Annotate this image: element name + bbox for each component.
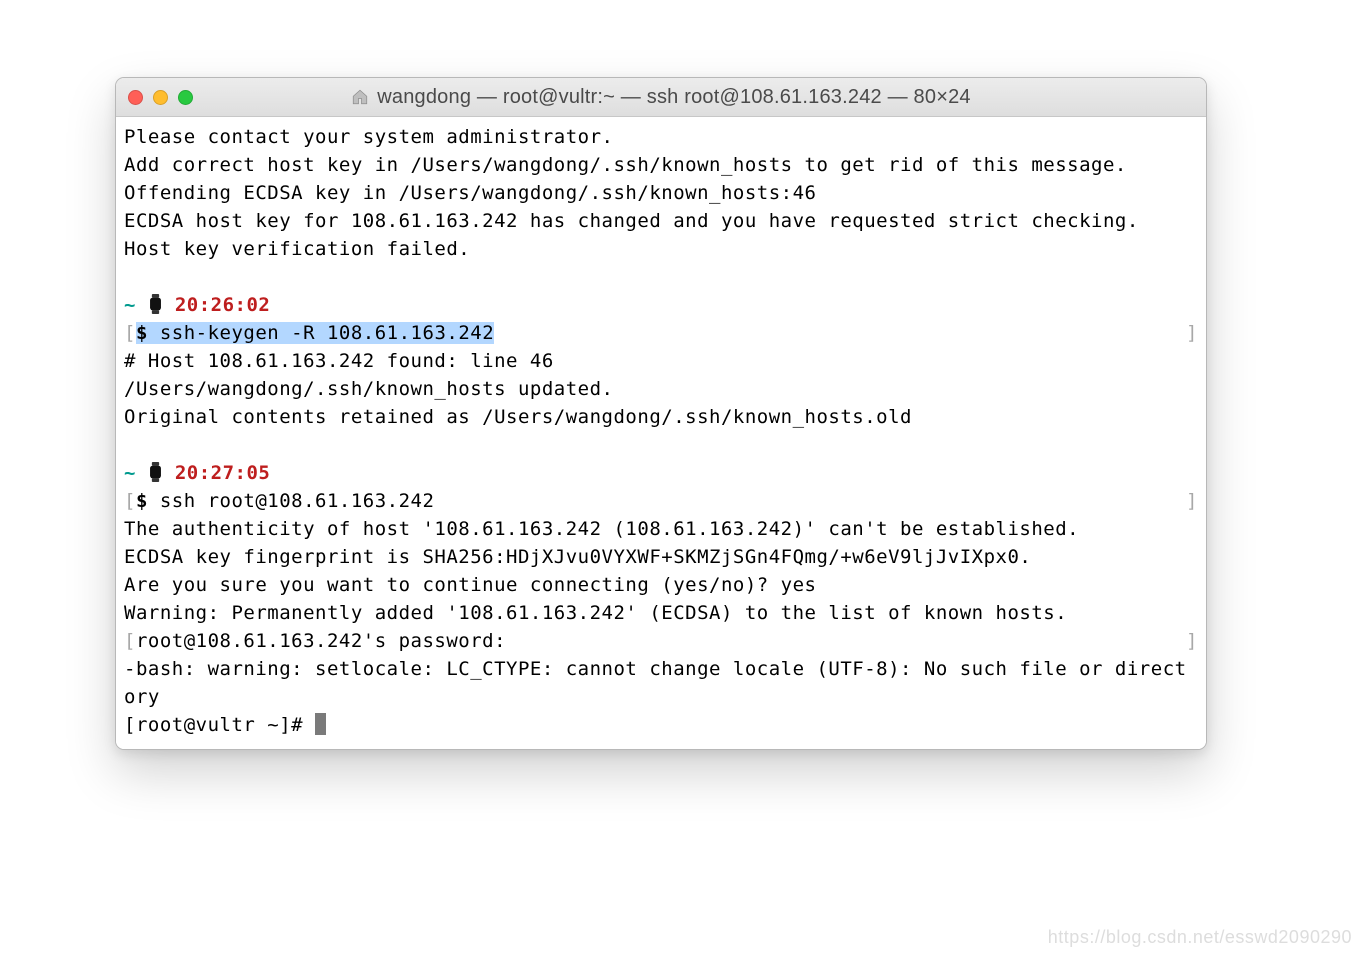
command-line: [$ ssh root@108.61.163.242] (124, 490, 434, 512)
output-line: Warning: Permanently added '108.61.163.2… (124, 602, 1067, 624)
window-title: wangdong — root@vultr:~ — ssh root@108.6… (377, 86, 970, 109)
command-line: [$ ssh-keygen -R 108.61.163.242] (124, 322, 494, 344)
cwd-tilde: ~ (124, 462, 136, 484)
output-line: Offending ECDSA key in /Users/wangdong/.… (124, 182, 816, 204)
title-wrap: wangdong — root@vultr:~ — ssh root@108.6… (116, 86, 1206, 109)
watch-icon (148, 462, 163, 482)
window-controls (128, 90, 193, 105)
output-line: Are you sure you want to continue connec… (124, 574, 816, 596)
output-line: Add correct host key in /Users/wangdong/… (124, 154, 1127, 176)
cursor (315, 713, 326, 735)
output-line: root@108.61.163.242's password: (136, 630, 506, 652)
prompt-time: 20:26:02 (175, 294, 271, 316)
output-line: # Host 108.61.163.242 found: line 46 (124, 350, 554, 372)
shell-prompt: [root@vultr ~]# (124, 714, 315, 736)
output-line: Original contents retained as /Users/wan… (124, 406, 912, 428)
cwd-tilde: ~ (124, 294, 136, 316)
prompt-line: ~ 20:26:02 (124, 294, 270, 316)
output-line: Please contact your system administrator… (124, 126, 614, 148)
command-text: ssh-keygen -R 108.61.163.242 (160, 322, 494, 344)
prompt-symbol: $ (136, 490, 160, 512)
password-line: [root@108.61.163.242's password:] (124, 630, 506, 652)
command-text: ssh root@108.61.163.242 (160, 490, 435, 512)
terminal-body[interactable]: Please contact your system administrator… (116, 117, 1206, 749)
minimize-button[interactable] (153, 90, 168, 105)
close-button[interactable] (128, 90, 143, 105)
terminal-window: wangdong — root@vultr:~ — ssh root@108.6… (115, 77, 1207, 750)
watch-icon (148, 294, 163, 314)
output-line: Host key verification failed. (124, 238, 470, 260)
watermark: https://blog.csdn.net/esswd2090290 (1048, 927, 1352, 948)
output-line: The authenticity of host '108.61.163.242… (124, 518, 1079, 540)
output-line: ECDSA key fingerprint is SHA256:HDjXJvu0… (124, 546, 1031, 568)
output-line: -bash: warning: setlocale: LC_CTYPE: can… (124, 658, 1187, 708)
home-icon (351, 88, 369, 106)
prompt-line: ~ 20:27:05 (124, 462, 270, 484)
output-line: /Users/wangdong/.ssh/known_hosts updated… (124, 378, 614, 400)
prompt-symbol: $ (136, 322, 160, 344)
zoom-button[interactable] (178, 90, 193, 105)
titlebar[interactable]: wangdong — root@vultr:~ — ssh root@108.6… (116, 78, 1206, 117)
prompt-time: 20:27:05 (175, 462, 271, 484)
output-line: ECDSA host key for 108.61.163.242 has ch… (124, 210, 1139, 232)
